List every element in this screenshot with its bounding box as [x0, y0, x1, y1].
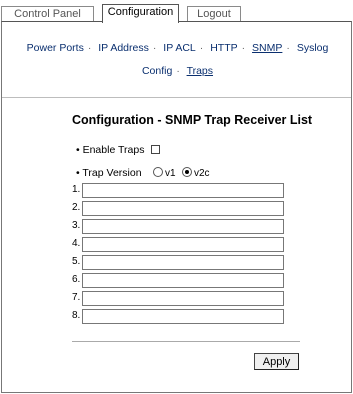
secondary-nav: Config · Traps — [141, 65, 214, 77]
tab-configuration[interactable]: Configuration — [102, 4, 179, 23]
nav-traps[interactable]: Traps — [187, 65, 213, 77]
receiver-number: 5. — [72, 256, 81, 267]
nav-ip-acl[interactable]: IP ACL — [163, 42, 196, 54]
v2c-label: v2c — [194, 168, 210, 179]
tab-logout[interactable]: Logout — [187, 6, 241, 21]
page-title: Configuration - SNMP Trap Receiver List — [72, 113, 313, 127]
v1-label: v1 — [165, 168, 176, 179]
receiver-number: 3. — [72, 220, 81, 231]
primary-nav: Power Ports · IP Address · IP ACL · HTTP · S… — [26, 42, 329, 54]
receiver-6-field[interactable] — [82, 273, 284, 291]
receiver-6-input[interactable] — [83, 278, 283, 291]
receiver-7-field[interactable] — [82, 291, 284, 309]
receiver-4-field[interactable] — [82, 237, 284, 255]
tab-bar: Control Panel Configuration Logout — [0, 4, 353, 23]
receiver-7-input[interactable] — [83, 296, 283, 309]
apply-button[interactable]: Apply — [254, 353, 299, 370]
receiver-2-input[interactable] — [83, 206, 283, 219]
receiver-number: 2. — [72, 202, 81, 213]
nav-config[interactable]: Config — [142, 65, 172, 77]
receiver-5-field[interactable] — [82, 255, 284, 273]
nav-power-ports[interactable]: Power Ports — [27, 42, 84, 54]
nav-http[interactable]: HTTP — [210, 42, 237, 54]
receiver-number: 6. — [72, 274, 81, 285]
receiver-5-input[interactable] — [83, 260, 283, 273]
receiver-2-field[interactable] — [82, 201, 284, 219]
receiver-1-field[interactable] — [82, 183, 284, 201]
form-divider — [72, 341, 300, 342]
receiver-number: 7. — [72, 292, 81, 303]
tab-control-panel[interactable]: Control Panel — [1, 6, 94, 21]
trap-version-v2c-radio[interactable] — [182, 167, 192, 177]
nav-divider — [2, 97, 351, 98]
receiver-3-input[interactable] — [83, 224, 283, 237]
receiver-8-field[interactable] — [82, 309, 284, 327]
receiver-8-input[interactable] — [83, 314, 283, 327]
receiver-3-field[interactable] — [82, 219, 284, 237]
enable-traps-label: • Enable Traps — [76, 144, 145, 156]
receiver-number: 4. — [72, 238, 81, 249]
trap-version-v1-radio[interactable] — [153, 167, 163, 177]
receiver-number: 8. — [72, 310, 81, 321]
nav-snmp[interactable]: SNMP — [252, 42, 282, 54]
trap-version-label: • Trap Version — [76, 167, 142, 179]
enable-traps-checkbox[interactable] — [151, 145, 160, 154]
receiver-4-input[interactable] — [83, 242, 283, 255]
receiver-1-input[interactable] — [83, 188, 283, 201]
nav-syslog[interactable]: Syslog — [297, 42, 329, 54]
nav-ip-address[interactable]: IP Address — [98, 42, 149, 54]
receiver-number: 1. — [72, 184, 81, 195]
